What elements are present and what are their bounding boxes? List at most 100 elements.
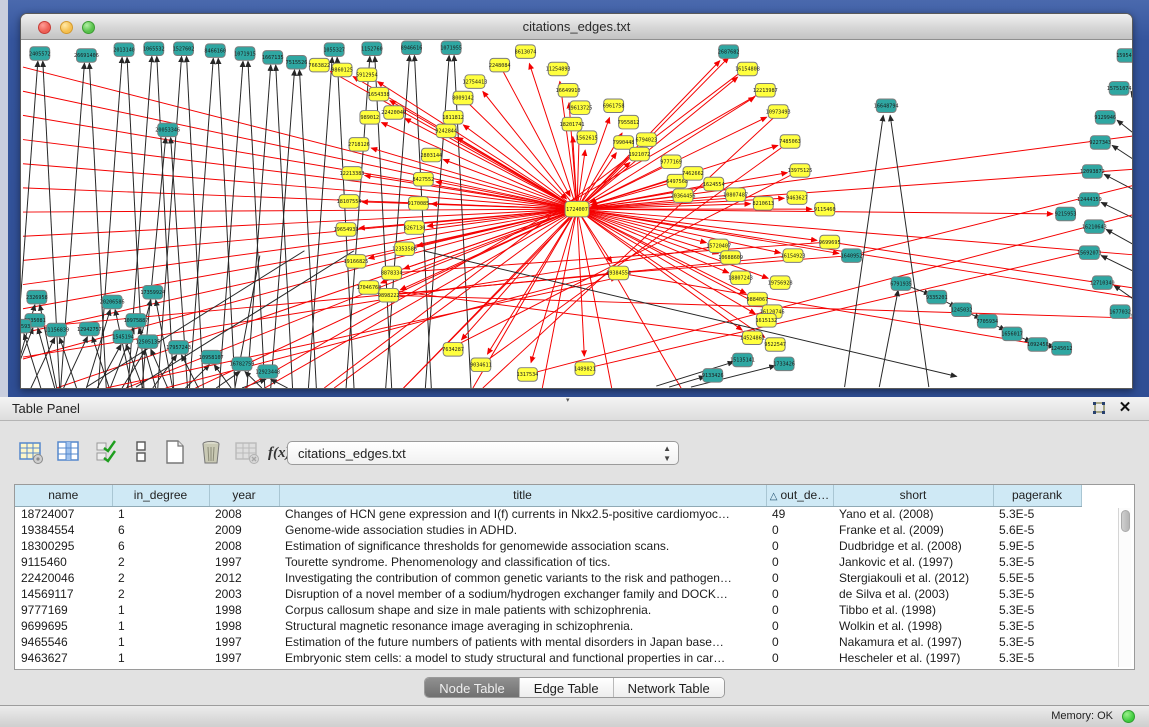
table-cell: 1997 bbox=[209, 634, 279, 650]
column-header-year[interactable]: year bbox=[209, 485, 279, 506]
graph-node-label: 9034611 bbox=[470, 363, 492, 369]
row-height-icon[interactable] bbox=[128, 439, 156, 467]
graph-node-label: 10958107 bbox=[199, 355, 224, 361]
graph-node-label: 1071955 bbox=[440, 46, 462, 52]
column-header-title[interactable]: title bbox=[279, 485, 766, 506]
graph-edge bbox=[308, 57, 332, 388]
table-vertical-scrollbar[interactable] bbox=[1118, 508, 1131, 667]
graph-node-label: 2013140 bbox=[113, 47, 135, 53]
table-cell: 0 bbox=[766, 586, 833, 602]
graph-node-label: 2803144 bbox=[420, 153, 442, 159]
table-cell: 1997 bbox=[209, 554, 279, 570]
graph-edge bbox=[271, 70, 295, 388]
network-canvas[interactable]: 2405572266914062013140106553215276028466… bbox=[21, 40, 1132, 388]
graph-node-label: 22420046 bbox=[381, 110, 406, 116]
table-cell: 1 bbox=[112, 634, 209, 650]
table-type-tabs: Node TableEdge TableNetwork Table bbox=[0, 677, 1149, 699]
table-cell: 1 bbox=[112, 618, 209, 634]
attribute-table[interactable]: namein_degreeyeartitle△out_de…shortpager… bbox=[14, 484, 1135, 670]
close-panel-icon[interactable]: ✕ bbox=[1117, 400, 1133, 416]
float-panel-icon[interactable] bbox=[1091, 401, 1107, 417]
table-row[interactable]: 1872400712008Changes of HCN gene express… bbox=[15, 506, 1081, 522]
graph-node-label: 9227343 bbox=[1089, 140, 1111, 146]
table-cell: 0 bbox=[766, 602, 833, 618]
table-panel-titlebar[interactable]: Table Panel ▾ ✕ bbox=[0, 397, 1149, 421]
tab-network-table[interactable]: Network Table bbox=[614, 678, 724, 698]
table-cell: 1 bbox=[112, 506, 209, 522]
graph-node-label: 1624554 bbox=[703, 182, 725, 188]
table-row[interactable]: 969969511998Structural magnetic resonanc… bbox=[15, 618, 1081, 634]
graph-node-label: 8427552 bbox=[413, 177, 435, 183]
graph-node-label: 9884067 bbox=[747, 297, 769, 303]
graph-edge bbox=[423, 251, 956, 377]
column-select-icon[interactable] bbox=[56, 439, 84, 467]
network-window[interactable]: citations_edges.txt 24055722669140620131… bbox=[20, 13, 1133, 389]
table-cell: 6 bbox=[112, 538, 209, 554]
graph-node-label: 7990448 bbox=[613, 140, 635, 146]
table-cell: Yano et al. (2008) bbox=[833, 506, 993, 522]
column-header-out_de[interactable]: △out_de… bbox=[766, 485, 833, 506]
table-row[interactable]: 977716911998Corpus callosum shape and si… bbox=[15, 602, 1081, 618]
graph-node-label: 7515526 bbox=[286, 60, 308, 66]
table-cell: 1998 bbox=[209, 618, 279, 634]
graph-node-label: 1654338 bbox=[368, 92, 390, 98]
table-cell: Franke et al. (2009) bbox=[833, 522, 993, 538]
graph-node-label: 20053346 bbox=[155, 128, 180, 134]
graph-node-label: 13975125 bbox=[788, 168, 813, 174]
splitter-handle[interactable]: ▾ bbox=[566, 398, 576, 404]
table-source-dropdown[interactable]: citations_edges.txt ▲▼ bbox=[287, 441, 679, 465]
graph-node-label: 7663822 bbox=[308, 63, 330, 69]
graph-node-label: 1733426 bbox=[773, 362, 795, 368]
scrollbar-thumb[interactable] bbox=[1121, 510, 1130, 532]
memory-ok-indicator bbox=[1122, 710, 1135, 723]
graph-node-label: 9335201 bbox=[926, 295, 948, 301]
network-window-titlebar[interactable]: citations_edges.txt bbox=[21, 14, 1132, 40]
graph-node-label: 1562615 bbox=[576, 135, 598, 141]
graph-node-label: 18807243 bbox=[728, 276, 753, 282]
column-header-in_degree[interactable]: in_degree bbox=[112, 485, 209, 506]
tab-edge-table[interactable]: Edge Table bbox=[520, 678, 614, 698]
table-row[interactable]: 946554611997Estimation of the future num… bbox=[15, 634, 1081, 650]
graph-edge bbox=[214, 365, 231, 388]
new-document-icon[interactable] bbox=[162, 439, 190, 467]
delete-trash-icon[interactable] bbox=[198, 439, 226, 467]
graph-edge bbox=[21, 61, 38, 388]
table-cell: 1998 bbox=[209, 602, 279, 618]
table-row[interactable]: 946362711997Embryonic stem cells: a mode… bbox=[15, 650, 1081, 666]
graph-edge bbox=[43, 61, 60, 388]
graph-node-label: 19654933 bbox=[334, 227, 359, 233]
table-cell: Hescheler et al. (1997) bbox=[833, 650, 993, 666]
column-header-short[interactable]: short bbox=[833, 485, 993, 506]
tab-node-table[interactable]: Node Table bbox=[425, 678, 520, 698]
table-cell: 19384554 bbox=[15, 522, 112, 538]
status-bar: Memory: OK bbox=[0, 705, 1149, 727]
graph-node-label: 2326958 bbox=[26, 295, 48, 301]
table-row[interactable]: 2242004622012Investigating the contribut… bbox=[15, 570, 1081, 586]
select-rows-icon[interactable] bbox=[94, 439, 122, 467]
table-cell: 0 bbox=[766, 634, 833, 650]
table-row[interactable]: 1456911722003Disruption of a novel membe… bbox=[15, 586, 1081, 602]
table-cell: Estimation of the future numbers of pati… bbox=[279, 634, 766, 650]
table-cell: Embryonic stem cells: a model to study s… bbox=[279, 650, 766, 666]
column-header-name[interactable]: name bbox=[15, 485, 112, 506]
table-row[interactable]: 1938455462009Genome-wide association stu… bbox=[15, 522, 1081, 538]
graph-edge bbox=[1101, 202, 1132, 222]
graph-node-label: 8210613 bbox=[752, 201, 774, 207]
table-row[interactable]: 1830029562008Estimation of significance … bbox=[15, 538, 1081, 554]
table-cell: 5.9E-5 bbox=[993, 538, 1081, 554]
table-row[interactable]: 911546021997Tourette syndrome. Phenomeno… bbox=[15, 554, 1081, 570]
graph-node-label: 1656017 bbox=[1001, 332, 1023, 338]
graph-node-label: 1317534 bbox=[517, 372, 539, 378]
table-settings-icon[interactable] bbox=[18, 439, 46, 467]
table-cell: 5.3E-5 bbox=[993, 506, 1081, 522]
graph-node-label: 989012 bbox=[361, 115, 380, 121]
table-cell: 1 bbox=[112, 650, 209, 666]
table-cell: 0 bbox=[766, 650, 833, 666]
delete-table-icon[interactable] bbox=[234, 439, 262, 467]
graph-node-label: 18107554 bbox=[337, 199, 362, 205]
graph-node-label: 16154808 bbox=[735, 67, 760, 73]
graph-edge bbox=[1101, 256, 1132, 276]
graph-node-label: 12505135 bbox=[135, 339, 160, 345]
graph-edge bbox=[23, 209, 577, 212]
column-header-pagerank[interactable]: pagerank bbox=[993, 485, 1081, 506]
